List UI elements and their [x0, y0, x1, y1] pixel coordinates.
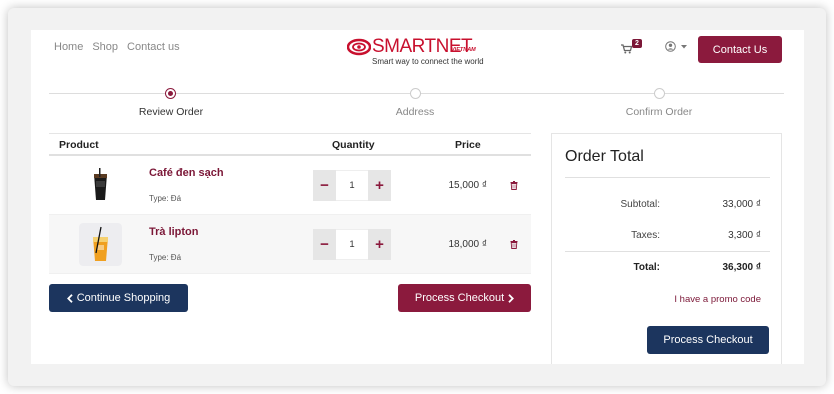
- smartnet-logo[interactable]: SMARTNET VIETNAM Smart way to connect th…: [347, 35, 487, 66]
- taxes-value: 3,300 ₫: [728, 230, 761, 241]
- decrease-quantity-button[interactable]: −: [313, 229, 336, 260]
- top-nav: Home Shop Contact us: [54, 41, 180, 53]
- subtotal-value: 33,000 ₫: [722, 199, 762, 210]
- table-header: Product Quantity Price: [49, 133, 531, 156]
- table-row: Café đen sạch Type: Đá − 1 + 15,000 ₫: [49, 156, 531, 215]
- order-total-panel: Order Total Subtotal: 33,000 ₫ Taxes: 3,…: [551, 133, 782, 364]
- logo-swirl-icon: [347, 38, 371, 56]
- product-image[interactable]: [79, 223, 122, 266]
- quantity-stepper: − 1 +: [313, 170, 391, 201]
- contact-us-button[interactable]: Contact Us: [698, 36, 782, 63]
- nav-contact[interactable]: Contact us: [127, 41, 180, 53]
- header-price: Price: [455, 139, 481, 151]
- total-value: 36,300 ₫: [722, 262, 762, 273]
- chevron-down-icon: [681, 44, 687, 48]
- continue-shopping-button[interactable]: Continue Shopping: [49, 284, 188, 312]
- taxes-label: Taxes:: [631, 230, 660, 241]
- decrease-quantity-button[interactable]: −: [313, 170, 336, 201]
- step-confirm-order: Confirm Order: [625, 106, 693, 118]
- chevron-left-icon: [66, 293, 73, 303]
- product-name[interactable]: Trà lipton: [149, 226, 199, 238]
- summary-checkout-button[interactable]: Process Checkout: [647, 326, 769, 354]
- cart-table: Product Quantity Price Café đen sạch Typ…: [49, 133, 531, 274]
- logo-brand-sub: VIETNAM: [451, 47, 476, 53]
- step-dot-review: [165, 88, 176, 99]
- total-label: Total:: [633, 262, 660, 273]
- product-price: 15,000 ₫: [448, 180, 488, 191]
- trash-icon[interactable]: [510, 240, 518, 249]
- subtotal-label: Subtotal:: [620, 199, 660, 210]
- product-image[interactable]: [79, 164, 122, 207]
- divider: [565, 177, 770, 178]
- step-review-order: Review Order: [138, 106, 204, 118]
- user-icon: [665, 41, 676, 52]
- cart-icon: [621, 44, 632, 54]
- product-type: Type: Đá: [149, 253, 182, 262]
- divider: [565, 251, 770, 252]
- process-checkout-label: Process Checkout: [414, 292, 505, 304]
- logo-tagline: Smart way to connect the world: [372, 57, 484, 66]
- quantity-value[interactable]: 1: [336, 229, 368, 260]
- cart-count-badge: 2: [632, 39, 642, 48]
- promo-code-link[interactable]: I have a promo code: [657, 294, 761, 305]
- increase-quantity-button[interactable]: +: [368, 170, 391, 201]
- header-product: Product: [59, 139, 99, 151]
- cart-page: Home Shop Contact us SMARTNET VIETNAM Sm…: [31, 30, 804, 364]
- quantity-stepper: − 1 +: [313, 229, 391, 260]
- product-name[interactable]: Café đen sạch: [149, 167, 224, 179]
- chevron-right-icon: [508, 293, 515, 303]
- table-row: Trà lipton Type: Đá − 1 + 18,000 ₫: [49, 215, 531, 274]
- order-total-title: Order Total: [565, 148, 644, 165]
- step-dot-confirm: [654, 88, 665, 99]
- nav-home[interactable]: Home: [54, 41, 83, 53]
- cart-button[interactable]: 2: [621, 39, 647, 55]
- continue-shopping-label: Continue Shopping: [76, 292, 171, 304]
- step-address: Address: [395, 106, 435, 118]
- product-price: 18,000 ₫: [448, 239, 488, 250]
- header-quantity: Quantity: [332, 139, 375, 151]
- process-checkout-button[interactable]: Process Checkout: [398, 284, 531, 312]
- product-type: Type: Đá: [149, 194, 182, 203]
- quantity-value[interactable]: 1: [336, 170, 368, 201]
- increase-quantity-button[interactable]: +: [368, 229, 391, 260]
- step-dot-address: [410, 88, 421, 99]
- nav-shop[interactable]: Shop: [92, 41, 118, 53]
- user-menu[interactable]: [665, 41, 687, 52]
- trash-icon[interactable]: [510, 181, 518, 190]
